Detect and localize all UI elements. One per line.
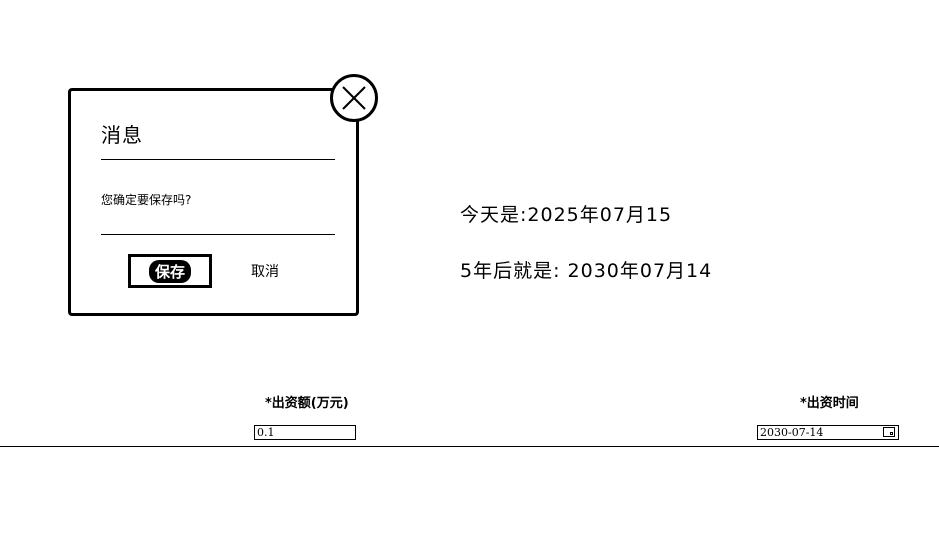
time-label: *出资时间 [800, 396, 859, 411]
dialog-divider-bottom [101, 234, 335, 235]
today-date-text: 今天是:2025年07月15 [460, 204, 673, 226]
cancel-button[interactable]: 取消 [241, 259, 289, 283]
confirm-dialog: 消息 您确定要保存吗? 保存 取消 [68, 88, 359, 316]
dialog-message: 您确定要保存吗? [101, 193, 192, 207]
date-input[interactable]: 2030-07-14 [757, 425, 899, 440]
dialog-divider-top [101, 159, 335, 160]
save-button[interactable]: 保存 [128, 254, 212, 288]
dialog-title: 消息 [101, 123, 143, 147]
calendar-icon[interactable] [883, 427, 895, 437]
date-value: 2030-07-14 [760, 426, 824, 439]
amount-label: *出资额(万元) [265, 396, 349, 411]
close-icon [342, 86, 366, 110]
form-bottom-divider [0, 446, 939, 447]
save-button-label: 保存 [148, 259, 191, 283]
close-dialog-button[interactable] [330, 74, 378, 122]
amount-input[interactable]: 0.1 [254, 425, 356, 440]
five-years-later-text: 5年后就是: 2030年07月14 [460, 260, 713, 282]
